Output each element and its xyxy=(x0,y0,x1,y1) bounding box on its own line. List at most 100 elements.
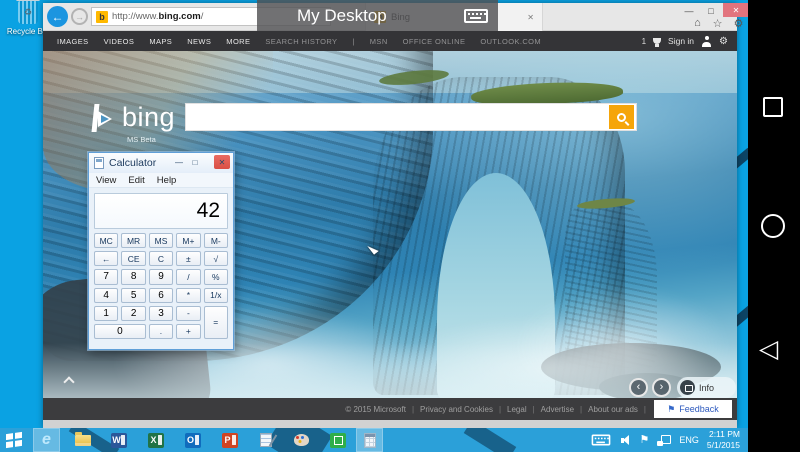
browser-forward-button[interactable]: → xyxy=(71,8,88,25)
network-icon[interactable] xyxy=(657,434,672,446)
calc-key-7[interactable]: 7 xyxy=(94,269,119,285)
calc-key-ms[interactable]: MS xyxy=(148,233,174,249)
nav-office-online[interactable]: OFFICE ONLINE xyxy=(403,37,466,46)
taskbar-excel-button[interactable]: X xyxy=(142,428,169,452)
bing-favicon: b xyxy=(96,10,108,23)
camera-icon xyxy=(680,380,695,395)
calc-key-plusminus[interactable]: ± xyxy=(176,251,201,267)
calc-key-decimal[interactable]: . xyxy=(148,323,174,339)
calc-key-2[interactable]: 2 xyxy=(121,305,146,321)
nav-msn[interactable]: MSN xyxy=(370,37,388,46)
calc-key-mc[interactable]: MC xyxy=(94,233,119,249)
calc-key-minus[interactable]: - xyxy=(176,305,201,321)
calc-key-c[interactable]: C xyxy=(148,251,174,267)
tab-close-icon[interactable]: ✕ xyxy=(527,13,534,22)
calc-key-mr[interactable]: MR xyxy=(121,233,146,249)
action-center-flag-icon[interactable]: ⚑ xyxy=(640,434,650,446)
android-recents-icon[interactable] xyxy=(763,97,783,117)
calculator-titlebar[interactable]: Calculator — □ ✕ xyxy=(89,153,233,173)
taskbar-green-app-button[interactable] xyxy=(324,428,351,452)
taskbar-calculator-button[interactable] xyxy=(356,428,383,452)
calc-menu-help[interactable]: Help xyxy=(157,175,177,186)
taskbar-clock[interactable]: 2:11 PM 5/1/2015 xyxy=(707,429,740,450)
nav-outlook[interactable]: OUTLOOK.COM xyxy=(480,37,541,46)
recycle-symbol: ♻ xyxy=(23,7,33,17)
browser-back-button[interactable]: ← xyxy=(47,6,68,27)
window-close-button[interactable]: ✕ xyxy=(723,3,748,17)
footer-privacy-link[interactable]: Privacy and Cookies xyxy=(420,405,493,414)
settings-gear-icon[interactable]: ⚙ xyxy=(719,36,728,47)
android-back-icon[interactable]: ◁ xyxy=(759,337,778,362)
overlay-keyboard-icon[interactable] xyxy=(464,8,488,23)
calc-key-backspace[interactable]: ← xyxy=(94,251,119,267)
nav-maps[interactable]: MAPS xyxy=(149,37,172,46)
carousel-next-button[interactable]: › xyxy=(652,378,671,397)
calc-key-percent[interactable]: % xyxy=(203,269,228,285)
calc-key-4[interactable]: 4 xyxy=(94,287,119,303)
speaker-icon[interactable] xyxy=(620,434,632,446)
calc-key-reciprocal[interactable]: 1/x xyxy=(203,287,228,303)
excel-icon: X xyxy=(147,432,164,448)
calc-key-0[interactable]: 0 xyxy=(94,323,146,339)
windows-taskbar: e W X O P ⚑ ENG 2:11 PM 5/1/2015 xyxy=(0,428,748,452)
nav-search-history[interactable]: SEARCH HISTORY xyxy=(265,37,337,46)
calc-key-9[interactable]: 9 xyxy=(148,269,174,285)
calc-key-mminus[interactable]: M- xyxy=(203,233,228,249)
calc-key-1[interactable]: 1 xyxy=(94,305,119,321)
tools-icon[interactable]: ⚙ xyxy=(729,16,748,30)
calc-menu-edit[interactable]: Edit xyxy=(128,175,144,186)
taskbar-word-button[interactable]: W xyxy=(105,428,132,452)
footer-advertise-link[interactable]: Advertise xyxy=(541,405,574,414)
rewards-count[interactable]: 1 xyxy=(642,37,646,46)
taskbar-ie-button[interactable]: e xyxy=(33,428,60,452)
nav-news[interactable]: NEWS xyxy=(187,37,211,46)
android-home-icon[interactable] xyxy=(761,214,785,238)
taskbar-powerpoint-button[interactable]: P xyxy=(216,428,243,452)
calculator-close-button[interactable]: ✕ xyxy=(214,155,230,169)
nav-more[interactable]: MORE xyxy=(226,37,250,46)
search-magnifier-icon xyxy=(617,112,626,122)
calc-key-5[interactable]: 5 xyxy=(121,287,146,303)
carousel-prev-button[interactable]: ‹ xyxy=(629,378,648,397)
system-tray: ⚑ ENG 2:11 PM 5/1/2015 xyxy=(589,428,740,452)
home-icon[interactable]: ⌂ xyxy=(688,16,707,30)
calc-key-divide[interactable]: / xyxy=(176,269,201,285)
search-input[interactable] xyxy=(186,104,609,130)
profile-icon[interactable] xyxy=(701,35,712,47)
bing-footer: © 2015 Microsoft | Privacy and Cookies |… xyxy=(43,398,737,420)
taskbar-outlook-button[interactable]: O xyxy=(179,428,206,452)
sign-in-link[interactable]: Sign in xyxy=(668,36,694,46)
calc-key-8[interactable]: 8 xyxy=(121,269,146,285)
favorites-icon[interactable]: ☆ xyxy=(708,16,727,30)
calc-key-3[interactable]: 3 xyxy=(148,305,174,321)
taskbar-paint-button[interactable] xyxy=(288,428,315,452)
search-button[interactable] xyxy=(609,105,634,129)
calc-key-6[interactable]: 6 xyxy=(148,287,174,303)
taskbar-notepad-button[interactable] xyxy=(252,428,279,452)
rewards-trophy-icon[interactable] xyxy=(653,38,662,47)
calc-key-ce[interactable]: CE xyxy=(121,251,146,267)
image-info-button[interactable]: Info xyxy=(677,377,736,398)
footer-copyright: © 2015 Microsoft xyxy=(345,404,406,414)
calc-key-mplus[interactable]: M+ xyxy=(176,233,201,249)
calc-key-sqrt[interactable]: √ xyxy=(203,251,228,267)
calculator-maximize-button[interactable]: □ xyxy=(187,155,203,169)
remote-session-title: My Desktop xyxy=(297,5,387,25)
nav-images[interactable]: IMAGES xyxy=(57,37,89,46)
calc-key-multiply[interactable]: * xyxy=(176,287,201,303)
footer-about-ads-link[interactable]: About our ads xyxy=(588,405,638,414)
taskbar-explorer-button[interactable] xyxy=(69,428,96,452)
footer-legal-link[interactable]: Legal xyxy=(507,405,527,414)
nav-videos[interactable]: VIDEOS xyxy=(104,37,135,46)
bing-nav-right: 1 Sign in ⚙ xyxy=(642,31,728,51)
url-text: http://www.bing.com/ xyxy=(112,11,203,22)
footer-divider: | xyxy=(643,404,646,414)
calc-key-equals[interactable]: = xyxy=(203,305,228,339)
feedback-button[interactable]: ⚑ Feedback xyxy=(654,400,732,418)
calc-menu-view[interactable]: View xyxy=(96,175,116,186)
language-indicator[interactable]: ENG xyxy=(679,435,699,445)
start-button[interactable] xyxy=(6,431,22,449)
touch-keyboard-icon[interactable] xyxy=(591,434,610,446)
calculator-minimize-button[interactable]: — xyxy=(171,155,187,169)
calc-key-plus[interactable]: + xyxy=(176,323,201,339)
